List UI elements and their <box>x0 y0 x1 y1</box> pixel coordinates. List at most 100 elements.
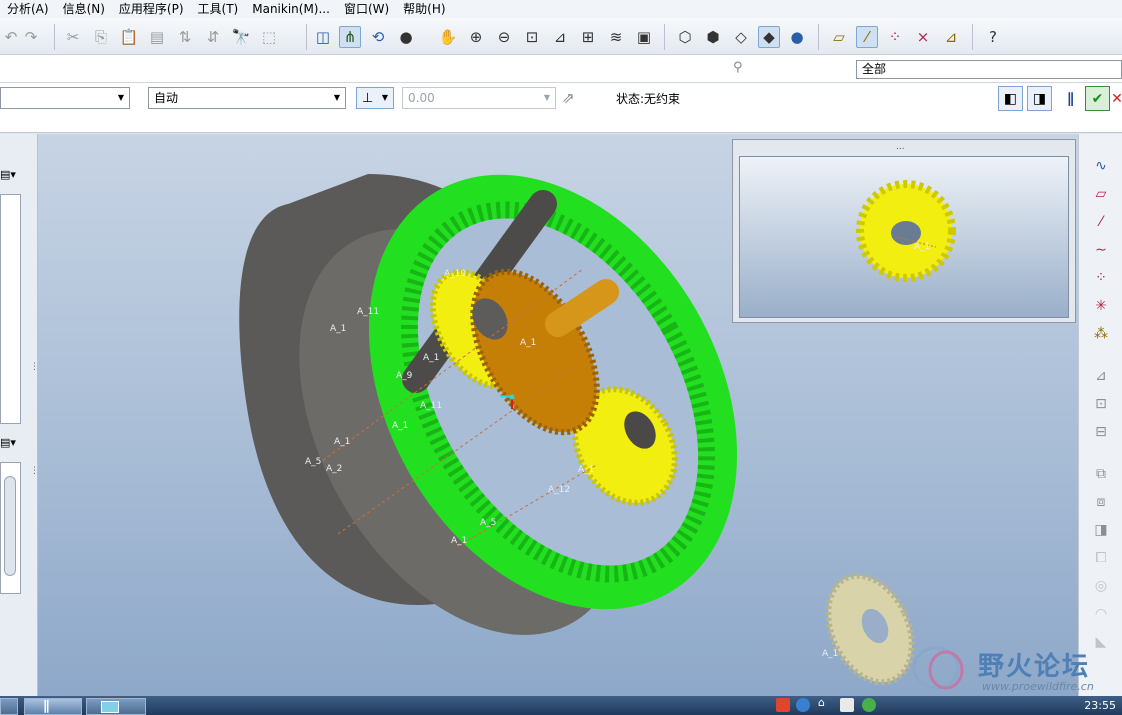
axis-label[interactable]: A_1 <box>423 353 439 363</box>
menu-applications[interactable]: 应用程序(P) <box>112 0 191 18</box>
regenerate-icon[interactable]: ⇅ <box>174 26 196 48</box>
point-icon[interactable]: ⁘ <box>1089 268 1113 288</box>
axis-label[interactable]: A_1 <box>822 649 838 659</box>
taskbar-button[interactable] <box>0 698 18 715</box>
axis-label[interactable]: A_2 <box>326 464 342 474</box>
plane-icon[interactable]: ▱ <box>1089 184 1113 204</box>
component-preview-window[interactable]: ... A_1 <box>732 139 1076 323</box>
tray-icon[interactable] <box>796 698 810 712</box>
menu-analysis[interactable]: 分析(A) <box>0 0 56 18</box>
saved-views-icon[interactable]: ▣ <box>633 26 655 48</box>
layers-icon[interactable]: ≋ <box>605 26 627 48</box>
package-icon[interactable]: ⊟ <box>1089 422 1113 442</box>
cancel-x-icon[interactable]: ✕ <box>1111 86 1122 111</box>
menu-window[interactable]: 窗口(W) <box>337 0 396 18</box>
selection-filter[interactable]: 全部 <box>856 60 1122 79</box>
constraint-icon-combo[interactable]: ⊥ ▼ <box>356 87 394 109</box>
hole-icon[interactable]: ◎ <box>1089 576 1113 596</box>
perspective-icon[interactable]: ● <box>786 26 808 48</box>
axis-label[interactable]: A_1 <box>914 242 930 252</box>
axis-label[interactable]: A_1 <box>334 437 350 447</box>
axis-label[interactable]: A_11 <box>357 307 379 317</box>
axis-label[interactable]: A_1 <box>578 465 594 475</box>
annotation-icon[interactable]: ⊿ <box>940 26 962 48</box>
no-hidden-icon[interactable]: ◇ <box>730 26 752 48</box>
tray-icon[interactable] <box>862 698 876 712</box>
assembly-window-icon[interactable]: ◨ <box>1027 86 1052 111</box>
orient-icon[interactable]: ⟲ <box>367 26 389 48</box>
model-tree[interactable] <box>0 194 21 424</box>
round-icon[interactable]: ◠ <box>1089 604 1113 624</box>
csys-icon[interactable]: ✳ <box>1089 296 1113 316</box>
create-component-icon[interactable]: ⊡ <box>1089 394 1113 414</box>
preview-viewport[interactable]: A_1 <box>739 156 1069 318</box>
cut-feature-icon[interactable]: ⧠ <box>1089 548 1113 568</box>
chevron-down-icon[interactable]: ▼ <box>329 88 345 108</box>
zoom-in-icon[interactable]: ⊕ <box>465 26 487 48</box>
constraint-type-combo[interactable]: 自动 ▼ <box>148 87 346 109</box>
analysis-icon[interactable]: ⁂ <box>1089 324 1113 344</box>
view-manager-icon[interactable]: ⊞ <box>577 26 599 48</box>
system-clock[interactable]: 23:55 <box>1084 698 1116 713</box>
axis-label[interactable]: A_10 <box>444 269 466 279</box>
axis-label[interactable]: A_12 <box>548 485 570 495</box>
binoculars-icon[interactable]: 🔭 <box>230 26 252 48</box>
paste-special-icon[interactable]: ▤ <box>146 26 168 48</box>
mirror-icon[interactable]: ◨ <box>1089 520 1113 540</box>
axis-label[interactable]: A_1 <box>451 536 467 546</box>
select-box-icon[interactable]: ⬚ <box>258 26 280 48</box>
zoom-out-icon[interactable]: ⊖ <box>493 26 515 48</box>
redo-icon[interactable]: ↷ <box>20 26 42 48</box>
undo-icon[interactable]: ↶ <box>0 26 22 48</box>
datum-axis-icon[interactable]: ⁄ <box>856 26 878 48</box>
taskbar-button[interactable]: ∥ <box>24 698 82 715</box>
tray-icon[interactable] <box>776 698 790 712</box>
datum-point-icon[interactable]: ⁘ <box>884 26 906 48</box>
drag-handle[interactable]: ... <box>896 142 905 152</box>
wireframe-icon[interactable]: ⬡ <box>674 26 696 48</box>
chevron-down-icon[interactable]: ▼ <box>377 88 393 108</box>
pause-icon[interactable]: ∥ <box>1058 86 1083 111</box>
axis-label[interactable]: A_1 <box>392 421 408 431</box>
menu-manikin[interactable]: Manikin(M)... <box>245 0 337 18</box>
menu-info[interactable]: 信息(N) <box>56 0 112 18</box>
flip-icon[interactable]: ⇗ <box>562 89 575 107</box>
tray-icon[interactable] <box>840 698 854 712</box>
context-help-icon[interactable]: ? <box>982 26 1004 48</box>
separate-window-icon[interactable]: ◧ <box>998 86 1023 111</box>
pan-icon[interactable]: ✋ <box>437 26 459 48</box>
axis-label[interactable]: A_11 <box>420 401 442 411</box>
axis-icon[interactable]: ⁄ <box>1089 212 1113 232</box>
chevron-down-icon[interactable]: ▼ <box>113 88 129 108</box>
cut-icon[interactable]: ✂ <box>62 26 84 48</box>
offset-value-field[interactable]: 0.00 ▼ <box>402 87 556 109</box>
axis-label[interactable]: A_1 <box>520 338 536 348</box>
repaint-icon[interactable]: ◫ <box>312 26 334 48</box>
chevron-down-icon[interactable]: ▼ <box>539 88 555 108</box>
menu-help[interactable]: 帮助(H) <box>396 0 452 18</box>
axis-label[interactable]: A_1 <box>330 324 346 334</box>
hidden-line-icon[interactable]: ⬢ <box>702 26 724 48</box>
sketch-icon[interactable]: ∿ <box>1089 156 1113 176</box>
layer-settings-icon[interactable]: ▤▾ <box>0 436 16 449</box>
repeat-icon[interactable]: ⧉ <box>1089 464 1113 484</box>
confirm-check-icon[interactable]: ✔ <box>1085 86 1110 111</box>
reference-combo[interactable]: ▼ <box>0 87 130 109</box>
axis-label[interactable]: A_5 <box>305 457 321 467</box>
paste-icon[interactable]: 📋 <box>118 26 140 48</box>
regenerate-manager-icon[interactable]: ⇵ <box>202 26 224 48</box>
scrollbar[interactable] <box>4 476 16 576</box>
reorient-icon[interactable]: ⊿ <box>549 26 571 48</box>
axis-label[interactable]: A_5 <box>480 518 496 528</box>
axis-label[interactable]: A_9 <box>396 371 413 381</box>
taskbar-button[interactable] <box>86 698 146 715</box>
tree-settings-icon[interactable]: ▤▾ <box>0 168 16 181</box>
tray-icon[interactable]: ⌂ <box>818 696 825 709</box>
connections-icon[interactable]: ⋔ <box>339 26 361 48</box>
coordinate-system-icon[interactable]: ⨯ <box>912 26 934 48</box>
ruler-icon[interactable]: ⚲ <box>733 60 743 75</box>
refit-icon[interactable]: ⊡ <box>521 26 543 48</box>
pattern-icon[interactable]: ⧈ <box>1089 492 1113 512</box>
curve-icon[interactable]: ∼ <box>1089 240 1113 260</box>
shade-icon[interactable]: ● <box>395 26 417 48</box>
